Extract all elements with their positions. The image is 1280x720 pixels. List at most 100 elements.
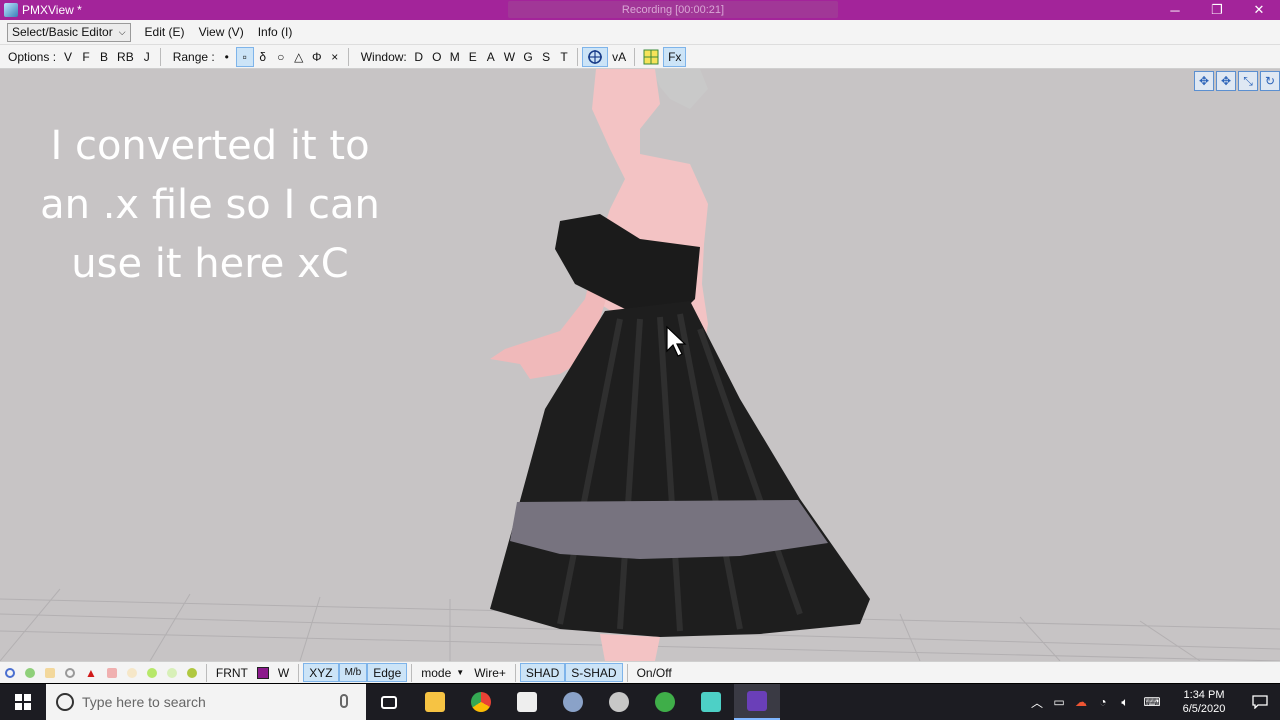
editor-mode-select[interactable]: Select/Basic Editor ⌵ xyxy=(7,22,131,42)
option-j-button[interactable]: J xyxy=(138,47,156,67)
model-hair xyxy=(652,69,708,109)
toolbar-divider xyxy=(205,663,207,682)
range-phi-button[interactable]: Φ xyxy=(308,47,326,67)
clock[interactable]: 1:34 PM 6/5/2020 xyxy=(1168,688,1240,716)
shad-button[interactable]: SHAD xyxy=(519,663,566,682)
keyboard-icon[interactable]: ⌨ xyxy=(1136,695,1168,709)
app-icon-tool[interactable] xyxy=(550,684,596,720)
menu-info[interactable]: Info (I) xyxy=(258,25,293,39)
recording-label: Recording [00:00:21] xyxy=(621,3,725,16)
toolbar-divider xyxy=(159,47,161,66)
zoom-icon[interactable]: ⤡ xyxy=(1238,71,1258,91)
grid-icon[interactable] xyxy=(639,47,663,67)
taskbar-search[interactable]: Type here to search xyxy=(46,684,366,720)
window-e-button[interactable]: E xyxy=(464,47,482,67)
camera-controls: ✥ ✥ ⤡ ↻ xyxy=(1194,71,1280,91)
task-view-icon[interactable] xyxy=(366,684,412,720)
start-button[interactable] xyxy=(0,684,46,720)
window-w-button[interactable]: W xyxy=(500,47,519,67)
rigidbody-icon[interactable] xyxy=(126,667,137,678)
wire-button[interactable]: Wire+ xyxy=(469,663,511,682)
on-off-button[interactable]: On/Off xyxy=(632,663,677,682)
range-label: Range : xyxy=(172,49,215,64)
window-a-button[interactable]: A xyxy=(482,47,500,67)
menu-edit[interactable]: Edit (E) xyxy=(145,25,185,39)
mb-button[interactable]: M/b xyxy=(338,663,368,682)
app-icon-pmx[interactable] xyxy=(596,684,642,720)
physics-icon[interactable] xyxy=(186,667,197,678)
recording-indicator: Recording [00:00:21] xyxy=(508,1,838,18)
material-icon[interactable] xyxy=(45,667,55,678)
chrome-icon[interactable] xyxy=(458,684,504,720)
close-icon[interactable]: ✕ xyxy=(1238,0,1280,20)
s-shad-button[interactable]: S-SHAD xyxy=(565,663,623,682)
toolbar-divider xyxy=(577,47,579,66)
pmxview-task-icon[interactable] xyxy=(734,684,780,720)
body-icon[interactable] xyxy=(146,667,157,678)
mode-dropdown[interactable]: mode ▼ xyxy=(416,663,469,682)
triangle-icon[interactable]: ▲ xyxy=(85,666,97,680)
option-rb-button[interactable]: RB xyxy=(113,47,138,67)
window-t-button[interactable]: T xyxy=(555,47,573,67)
color-swatch[interactable] xyxy=(256,666,269,679)
microphone-icon[interactable] xyxy=(340,694,348,708)
options-label: Options : xyxy=(8,49,57,64)
option-b-button[interactable]: B xyxy=(95,47,113,67)
crosshair-icon[interactable] xyxy=(582,46,609,67)
move-icon[interactable]: ✥ xyxy=(1194,71,1214,91)
restore-icon[interactable]: ❐ xyxy=(1196,0,1238,20)
vertex-select-icon[interactable] xyxy=(5,667,15,678)
va-button[interactable]: vA xyxy=(608,47,630,67)
cloud-icon[interactable]: ☁ xyxy=(1070,695,1092,709)
window-d-button[interactable]: D xyxy=(410,47,428,67)
title-bar: PMXView * Recording [00:00:21] ─ ❐ ✕ xyxy=(0,0,1280,20)
xyz-button[interactable]: XYZ xyxy=(303,663,339,682)
range-clear-button[interactable]: × xyxy=(326,47,344,67)
app-icon-miku[interactable] xyxy=(688,684,734,720)
toolbar-divider xyxy=(634,47,636,66)
window-o-button[interactable]: O xyxy=(428,47,446,67)
wifi-icon[interactable]: ◔ xyxy=(1092,695,1114,709)
minimize-icon[interactable]: ─ xyxy=(1154,0,1196,20)
fx-button[interactable]: Fx xyxy=(663,46,687,67)
range-circle-button[interactable]: ○ xyxy=(272,47,290,67)
front-view-button[interactable]: FRNT xyxy=(211,663,253,682)
joint-icon[interactable] xyxy=(106,667,117,678)
range-triangle-button[interactable]: △ xyxy=(290,47,308,67)
toolbar-divider xyxy=(626,663,628,682)
clock-date: 6/5/2020 xyxy=(1182,703,1226,715)
pan-icon[interactable]: ✥ xyxy=(1216,71,1236,91)
toolbar-divider xyxy=(347,47,349,66)
windows-logo-icon xyxy=(15,694,31,710)
video-caption: I converted it to an .x file so I can us… xyxy=(40,123,380,287)
edge-button[interactable]: Edge xyxy=(367,663,408,682)
morph-icon[interactable] xyxy=(65,667,75,678)
window-m-button[interactable]: M xyxy=(446,47,464,67)
range-point-button[interactable]: • xyxy=(218,47,236,67)
bone-icon[interactable] xyxy=(25,667,35,678)
chevron-down-icon: ⌵ xyxy=(118,26,126,37)
model-leg xyxy=(600,634,660,661)
3d-viewport[interactable]: I converted it to an .x file so I can us… xyxy=(0,69,1280,661)
editor-mode-value: Select/Basic Editor xyxy=(12,25,113,39)
menu-view[interactable]: View (V) xyxy=(199,25,244,39)
range-square-button[interactable]: ▫ xyxy=(235,46,254,67)
mode-label: mode xyxy=(421,665,452,680)
store-icon[interactable] xyxy=(504,684,550,720)
range-delta-button[interactable]: δ xyxy=(254,47,272,67)
window-s-button[interactable]: S xyxy=(537,47,555,67)
app-icon xyxy=(4,3,18,17)
app-icon-green[interactable] xyxy=(642,684,688,720)
file-explorer-icon[interactable] xyxy=(412,684,458,720)
option-f-button[interactable]: F xyxy=(77,47,95,67)
notification-icon[interactable] xyxy=(1240,695,1280,709)
window-g-button[interactable]: G xyxy=(519,47,537,67)
volume-icon[interactable]: 🔈︎ xyxy=(1114,695,1136,710)
soft-icon[interactable] xyxy=(166,667,177,678)
chevron-up-icon[interactable]: ︿ xyxy=(1026,694,1048,711)
network-icon[interactable]: ▭ xyxy=(1048,695,1070,709)
rotate-icon[interactable]: ↻ xyxy=(1260,71,1280,91)
window-title: PMXView * xyxy=(22,3,82,17)
w-button[interactable]: W xyxy=(273,663,294,682)
option-v-button[interactable]: V xyxy=(59,47,77,67)
